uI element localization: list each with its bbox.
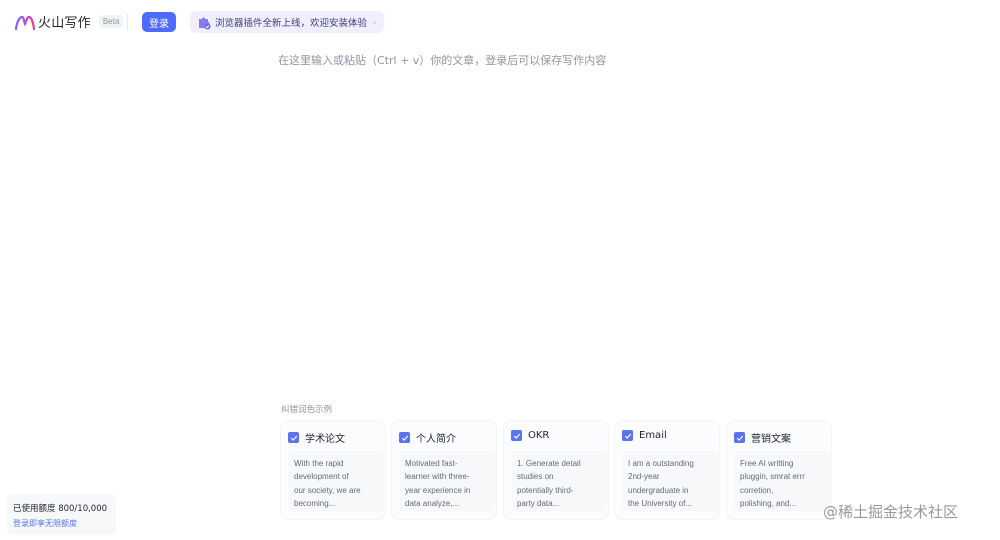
extension-banner[interactable]: 浏览器插件全新上线，欢迎安装体验 › (190, 11, 384, 33)
card-header: 营销文案 (734, 430, 791, 445)
usage-quota-label: 已使用额度 800/10,000 (13, 504, 108, 514)
card-line: potentially third- (517, 485, 574, 495)
example-card-profile[interactable]: 个人简介 Motivated fast- learner with three-… (392, 421, 496, 519)
login-button[interactable]: 登录 (142, 12, 176, 32)
top-bar: 火山写作 Beta 登录 浏览器插件全新上线，欢迎安装体验 › (0, 0, 1000, 44)
card-line: pluggin, smrat errr (740, 472, 805, 482)
card-title: OKR (528, 430, 550, 441)
card-line: development of (294, 472, 349, 482)
examples-title: 纠错润色示例 (281, 405, 333, 415)
card-header: 个人简介 (399, 430, 456, 445)
card-preview: 1. Generate detail studies on potentiall… (511, 451, 607, 511)
card-line: party data... (517, 499, 560, 509)
puzzle-plugin-icon (199, 17, 211, 29)
header-divider (127, 14, 128, 30)
card-line: polishing, and... (740, 499, 797, 509)
check-icon (622, 430, 633, 441)
editor-placeholder[interactable]: 在这里输入或粘贴（Ctrl + v）你的文章，登录后可以保存写作内容 (278, 52, 606, 68)
card-preview: I am a outstanding 2nd-year undergraduat… (622, 451, 718, 511)
card-line: learner with three- (405, 472, 470, 482)
app-page: 火山写作 Beta 登录 浏览器插件全新上线，欢迎安装体验 › 在这里输入或粘贴… (0, 0, 1000, 540)
card-line: Motivated fast- (405, 459, 458, 468)
volcano-logo-icon (14, 15, 36, 30)
chevron-right-icon: › (373, 17, 377, 27)
watermark: @稀土掘金技术社区 (823, 503, 959, 521)
card-line: year experience in (405, 485, 471, 495)
card-line: corretion, (740, 485, 774, 495)
card-line: data analyze,... (405, 499, 460, 509)
example-card-marketing[interactable]: 营销文案 Free AI writting pluggin, smrat err… (727, 421, 831, 519)
card-preview: Free AI writting pluggin, smrat errr cor… (734, 451, 830, 511)
card-line: studies on (517, 472, 554, 482)
card-title: 个人简介 (416, 434, 456, 445)
login-unlimited-link[interactable]: 登录即享无限额度 (13, 518, 116, 529)
check-icon (288, 432, 299, 443)
card-title: 营销文案 (751, 434, 791, 445)
card-header: Email (622, 430, 667, 441)
card-line: becoming... (294, 499, 336, 509)
card-line: our society, we are (294, 485, 361, 495)
example-card-okr[interactable]: OKR 1. Generate detail studies on potent… (504, 421, 608, 519)
example-card-academic[interactable]: 学术论文 With the rapid development of our s… (281, 421, 385, 519)
card-line: I am a outstanding (628, 459, 694, 468)
card-preview: Motivated fast- learner with three- year… (399, 451, 495, 511)
card-line: Free AI writting (740, 459, 794, 468)
check-icon (734, 432, 745, 443)
check-icon (399, 432, 410, 443)
beta-badge: Beta (98, 15, 124, 28)
app-name: 火山写作 (38, 16, 91, 31)
card-line: With the rapid (294, 459, 344, 468)
usage-quota-box: 已使用额度 800/10,000 登录即享无限额度 (7, 494, 116, 535)
card-title: 学术论文 (305, 434, 345, 445)
card-line: 1. Generate detail (517, 459, 581, 468)
check-icon (511, 430, 522, 441)
card-preview: With the rapid development of our societ… (288, 451, 384, 511)
card-title: Email (639, 430, 667, 441)
card-line: the University of... (628, 499, 693, 509)
card-line: 2nd-year (628, 472, 660, 482)
card-header: 学术论文 (288, 430, 345, 445)
logo[interactable]: 火山写作 Beta (14, 12, 124, 31)
card-header: OKR (511, 430, 549, 441)
card-line: undergraduate in (628, 485, 689, 495)
banner-text: 浏览器插件全新上线，欢迎安装体验 (215, 18, 368, 29)
example-card-email[interactable]: Email I am a outstanding 2nd-year underg… (615, 421, 719, 519)
